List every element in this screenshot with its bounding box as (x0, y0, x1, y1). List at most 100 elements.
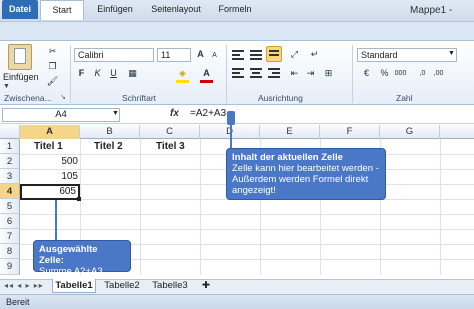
window-title: Mappe1 - (410, 5, 453, 16)
row-header-8[interactable]: 8 (0, 244, 20, 259)
row-header-3[interactable]: 3 (0, 169, 20, 184)
copy-icon[interactable]: ❐ (46, 60, 59, 73)
grow-font-button[interactable]: A (194, 48, 207, 61)
fill-color-icon[interactable]: ◈ (176, 67, 189, 80)
increase-decimal-icon[interactable]: ,0 (416, 67, 429, 80)
column-header-b[interactable]: B (80, 125, 140, 139)
align-center-icon[interactable] (250, 68, 262, 78)
underline-button[interactable]: U (107, 67, 120, 80)
row-header-2[interactable]: 2 (0, 154, 20, 169)
thousands-separator-icon[interactable]: 000 (394, 67, 407, 80)
percent-format-icon[interactable]: % (378, 67, 391, 80)
cell-a4-selected[interactable]: 605 (20, 184, 80, 200)
row-header-5[interactable]: 5 (0, 199, 20, 214)
select-all-corner[interactable] (0, 125, 20, 139)
cell-a2[interactable]: 500 (20, 154, 78, 169)
row-header-7[interactable]: 7 (0, 229, 20, 244)
tab-seitenlayout[interactable]: Seitenlayout (146, 0, 206, 19)
name-box[interactable]: A4 (2, 108, 120, 122)
bold-button[interactable]: F (75, 67, 88, 80)
fill-handle[interactable] (77, 197, 81, 201)
group-label-clipboard: Zwischena... (4, 93, 52, 103)
column-header-a[interactable]: A (20, 125, 80, 139)
grid-line (200, 139, 201, 275)
clipboard-launcher-icon[interactable]: ↘ (60, 93, 66, 101)
borders-icon[interactable]: ▦ (126, 67, 139, 80)
status-bar (0, 294, 474, 309)
grid-line (440, 139, 441, 275)
formula-callout-line1: Zelle kann hier bearbeitet werden - (232, 163, 379, 174)
cut-icon[interactable]: ✂ (46, 45, 59, 58)
merge-cells-icon[interactable]: ⊞ (322, 67, 335, 80)
group-separator (70, 45, 71, 103)
paste-button-label[interactable]: Einfügen (3, 72, 39, 82)
formula-callout-line2: Außerdem werden Formel direkt (232, 174, 369, 185)
row-header-1[interactable]: 1 (0, 139, 20, 154)
callout-pointer-head (227, 111, 235, 125)
cell-b1[interactable]: Titel 2 (94, 139, 123, 154)
column-header-e[interactable]: E (260, 125, 320, 139)
grid-line (20, 229, 474, 230)
decrease-indent-icon[interactable]: ⇤ (288, 67, 301, 80)
sheet-nav-icon[interactable]: ◂◂ ◂ ▸ ▸▸ (4, 281, 44, 290)
align-bottom-icon[interactable] (266, 46, 282, 62)
font-size-select[interactable]: 11 (157, 48, 191, 62)
name-box-dropdown-icon[interactable]: ▼ (112, 110, 119, 117)
sheet-tab-tabelle1[interactable]: Tabelle1 (52, 279, 96, 293)
tab-einfuegen[interactable]: Einfügen (92, 0, 138, 19)
column-header-g[interactable]: G (380, 125, 440, 139)
formula-input[interactable]: =A2+A3 (190, 108, 226, 119)
tab-formeln[interactable]: Formeln (214, 0, 256, 19)
cell-a1[interactable]: Titel 1 (34, 139, 63, 154)
row-header-6[interactable]: 6 (0, 214, 20, 229)
currency-format-icon[interactable]: € (360, 67, 373, 80)
chevron-down-icon[interactable]: ▼ (448, 50, 455, 57)
formula-callout: Inhalt der aktuellen Zelle Zelle kann hi… (226, 148, 386, 200)
tab-start[interactable]: Start (40, 0, 84, 20)
paste-dropdown-icon[interactable]: ▼ (3, 83, 10, 90)
align-left-icon[interactable] (232, 68, 244, 78)
number-format-select[interactable]: Standard (357, 48, 457, 62)
cell-callout-title: Ausgewählte Zelle: (39, 244, 98, 266)
font-name-select[interactable]: Calibri (74, 48, 154, 62)
group-label-alignment: Ausrichtung (258, 93, 303, 103)
increase-indent-icon[interactable]: ⇥ (304, 67, 317, 80)
align-middle-icon[interactable] (250, 50, 262, 60)
tab-datei[interactable]: Datei (2, 0, 38, 19)
grid-line (20, 214, 474, 215)
group-label-number: Zahl (396, 93, 413, 103)
fill-color-swatch (176, 80, 189, 83)
insert-function-icon[interactable]: fx (170, 108, 179, 119)
callout-pointer (55, 200, 57, 240)
italic-button[interactable]: K (91, 67, 104, 80)
paste-icon[interactable] (8, 44, 32, 70)
align-top-icon[interactable] (232, 50, 244, 60)
column-header-c[interactable]: C (140, 125, 200, 139)
cell-a3[interactable]: 105 (20, 169, 78, 184)
wrap-text-icon[interactable]: ↵ (308, 48, 321, 61)
formula-callout-line3: angezeigt! (232, 185, 276, 196)
callout-pointer (230, 124, 232, 148)
format-painter-icon[interactable]: 🖌 (46, 75, 59, 88)
text-orientation-icon[interactable]: ⤢ (288, 48, 301, 61)
font-color-swatch (200, 80, 213, 83)
cell-c1[interactable]: Titel 3 (156, 139, 185, 154)
formula-callout-title: Inhalt der aktuellen Zelle (232, 152, 343, 163)
sheet-tab-tabelle2[interactable]: Tabelle2 (100, 279, 144, 293)
add-sheet-icon[interactable]: ✚ (198, 279, 214, 293)
status-text: Bereit (6, 297, 30, 307)
decrease-decimal-icon[interactable]: ,00 (432, 67, 445, 80)
column-header-f[interactable]: F (320, 125, 380, 139)
font-color-icon[interactable]: A (200, 67, 213, 80)
group-separator (352, 45, 353, 103)
align-right-icon[interactable] (268, 68, 280, 78)
cell-callout-line1: Summe A2+A3 (39, 266, 103, 277)
cell-callout: Ausgewählte Zelle: Summe A2+A3 (33, 240, 131, 277)
row-header-4[interactable]: 4 (0, 184, 20, 199)
group-separator (226, 45, 227, 103)
group-label-font: Schriftart (122, 93, 157, 103)
sheet-tab-tabelle3[interactable]: Tabelle3 (148, 279, 192, 293)
row-header-9[interactable]: 9 (0, 259, 20, 275)
ribbon-tab-bar (0, 22, 474, 41)
shrink-font-button[interactable]: A (208, 49, 221, 62)
